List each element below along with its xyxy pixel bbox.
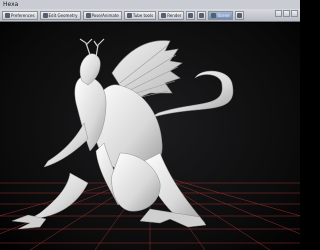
view-icon[interactable] [275,10,282,17]
edit-geometry-label: Edit Geometry [48,12,78,18]
scene-button[interactable]: Scene [208,10,233,20]
scene-canvas [0,38,300,250]
edit-geometry-button[interactable]: Edit Geometry [39,10,81,20]
light-button[interactable] [197,10,207,20]
main-toolbar: Preferences Edit Geometry Pose/Animate T… [0,9,300,22]
grid-icon [236,12,242,18]
render-label: Render [167,12,182,18]
tube-tools-button[interactable]: Tube tools [123,10,157,20]
camera-button[interactable] [186,10,196,20]
app-window: Hexa Preferences Edit Geometry Pose/Anim… [0,0,300,250]
scene-label: Scene [217,12,230,18]
3d-viewport[interactable] [0,23,300,250]
tube-tools-label: Tube tools [132,12,154,18]
preferences-icon [5,12,10,18]
preferences-label: Preferences [11,12,35,18]
light-icon [199,12,205,18]
pose-icon [85,12,91,18]
grid-button[interactable] [234,10,244,20]
view-controls [275,10,298,17]
window-title: Hexa [3,1,19,8]
pose-label: Pose/Animate [91,12,119,18]
head-shape [79,53,101,86]
zoom-icon[interactable] [283,10,290,17]
render-button[interactable]: Render [158,10,185,20]
edit-geometry-icon [42,12,48,18]
tube-icon [126,12,132,18]
render-icon [161,12,167,18]
hind-leg-front-shape [29,172,89,220]
pose-button[interactable]: Pose/Animate [82,10,122,20]
pan-icon[interactable] [291,10,298,17]
dragon-model[interactable] [11,38,234,230]
preferences-button[interactable]: Preferences [2,10,38,20]
scene-icon [211,12,217,18]
front-arm-shape [43,122,89,168]
camera-icon [188,12,194,18]
